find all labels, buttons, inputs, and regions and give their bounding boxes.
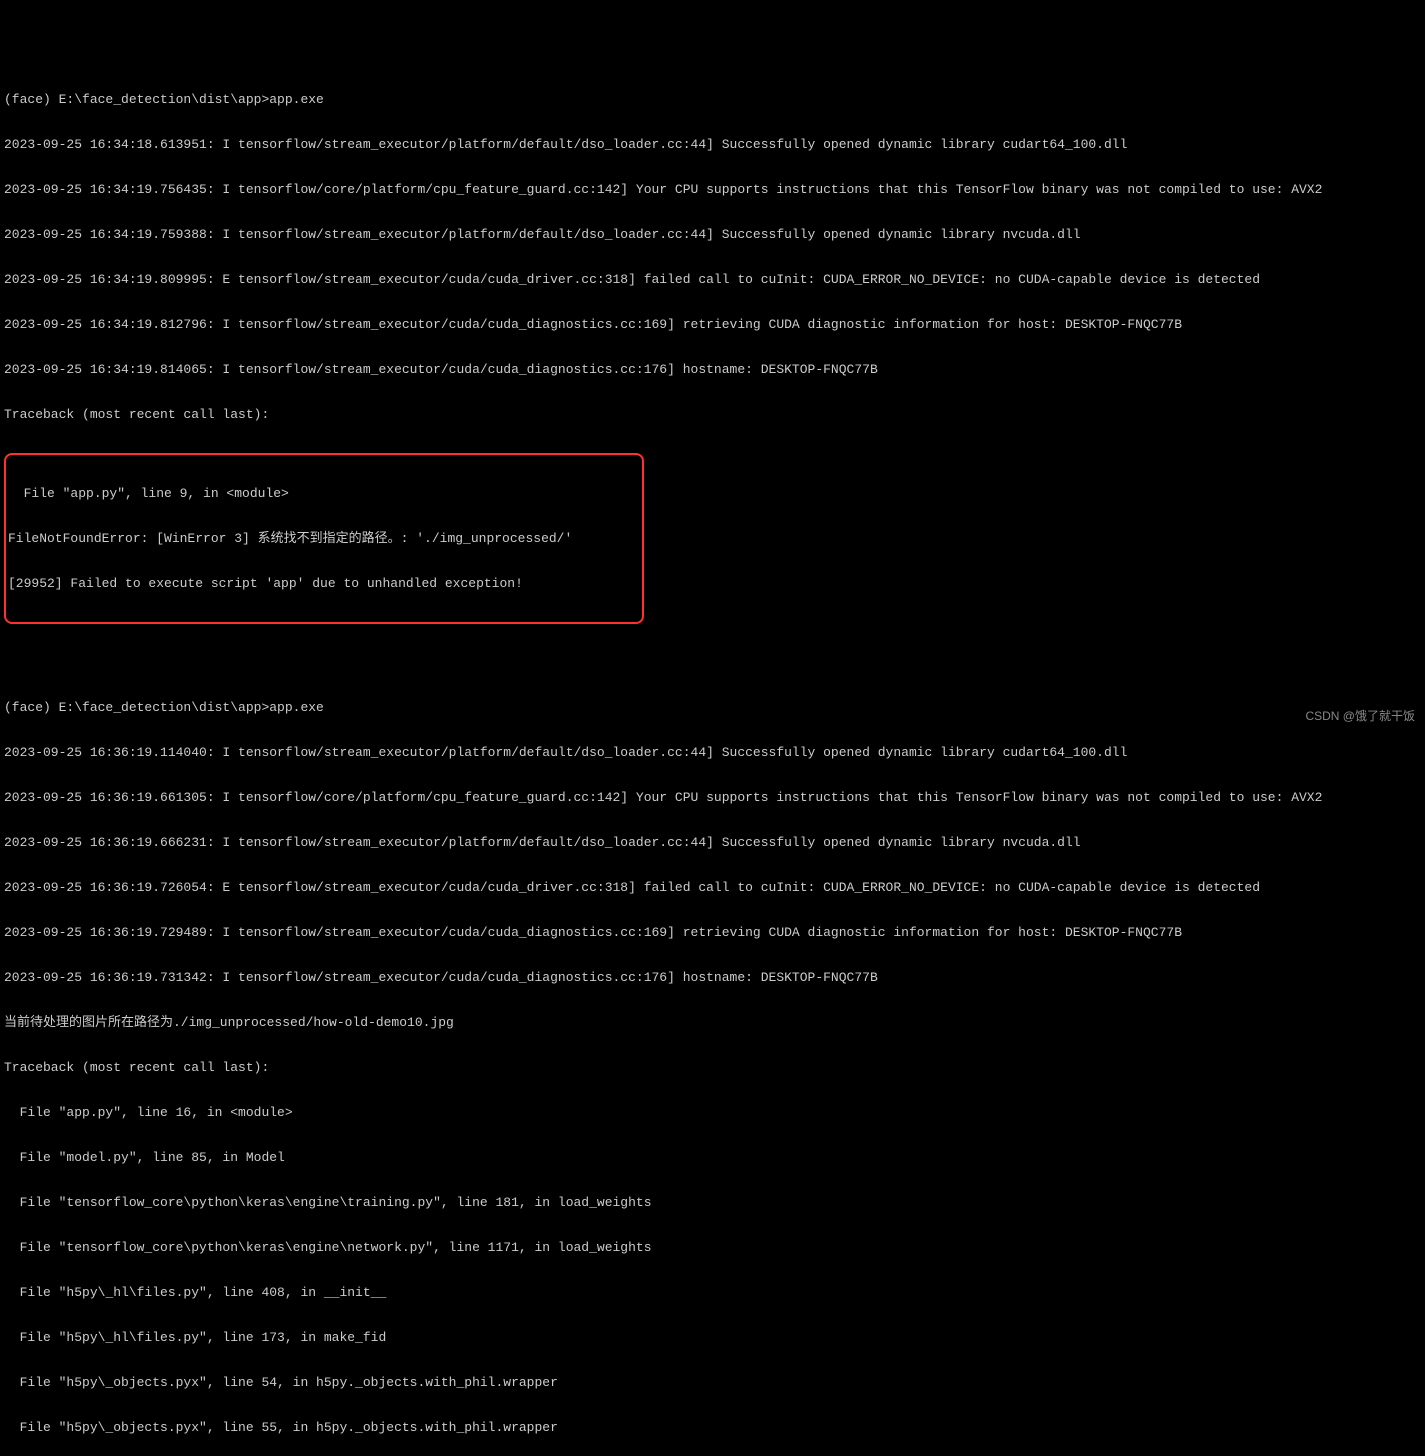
log-line: 2023-09-25 16:36:19.726054: E tensorflow…	[4, 880, 1421, 895]
log-line: 2023-09-25 16:34:19.814065: I tensorflow…	[4, 362, 1421, 377]
blank-line	[4, 655, 1421, 670]
log-line: 2023-09-25 16:36:19.114040: I tensorflow…	[4, 745, 1421, 760]
log-line: 2023-09-25 16:34:19.812796: I tensorflow…	[4, 317, 1421, 332]
error-highlight-box: File "app.py", line 9, in <module> FileN…	[4, 453, 644, 624]
log-line: Traceback (most recent call last):	[4, 1060, 1421, 1075]
error-line: FileNotFoundError: [WinError 3] 系统找不到指定的…	[8, 531, 640, 546]
log-line: 2023-09-25 16:36:19.666231: I tensorflow…	[4, 835, 1421, 850]
log-line: File "h5py\_objects.pyx", line 55, in h5…	[4, 1420, 1421, 1435]
log-line: 2023-09-25 16:34:19.756435: I tensorflow…	[4, 182, 1421, 197]
prompt-line: (face) E:\face_detection\dist\app>app.ex…	[4, 700, 1421, 715]
error-line: [29952] Failed to execute script 'app' d…	[8, 576, 640, 591]
log-line: File "h5py\_objects.pyx", line 54, in h5…	[4, 1375, 1421, 1390]
log-line: 2023-09-25 16:36:19.729489: I tensorflow…	[4, 925, 1421, 940]
log-line: Traceback (most recent call last):	[4, 407, 1421, 422]
log-line: File "tensorflow_core\python\keras\engin…	[4, 1240, 1421, 1255]
log-line: File "model.py", line 85, in Model	[4, 1150, 1421, 1165]
terminal-output[interactable]: (face) E:\face_detection\dist\app>app.ex…	[4, 62, 1421, 1456]
log-line: 2023-09-25 16:36:19.661305: I tensorflow…	[4, 790, 1421, 805]
prompt-line: (face) E:\face_detection\dist\app>app.ex…	[4, 92, 1421, 107]
log-line: File "app.py", line 16, in <module>	[4, 1105, 1421, 1120]
log-line: 2023-09-25 16:34:19.809995: E tensorflow…	[4, 272, 1421, 287]
log-line: 2023-09-25 16:36:19.731342: I tensorflow…	[4, 970, 1421, 985]
log-line: 2023-09-25 16:34:19.759388: I tensorflow…	[4, 227, 1421, 242]
watermark-text: CSDN @饿了就干饭	[1305, 709, 1415, 724]
log-line: File "h5py\_hl\files.py", line 173, in m…	[4, 1330, 1421, 1345]
log-line: File "h5py\_hl\files.py", line 408, in _…	[4, 1285, 1421, 1300]
log-line: 2023-09-25 16:34:18.613951: I tensorflow…	[4, 137, 1421, 152]
error-line: File "app.py", line 9, in <module>	[8, 486, 640, 501]
log-line: 当前待处理的图片所在路径为./img_unprocessed/how-old-d…	[4, 1015, 1421, 1030]
log-line: File "tensorflow_core\python\keras\engin…	[4, 1195, 1421, 1210]
